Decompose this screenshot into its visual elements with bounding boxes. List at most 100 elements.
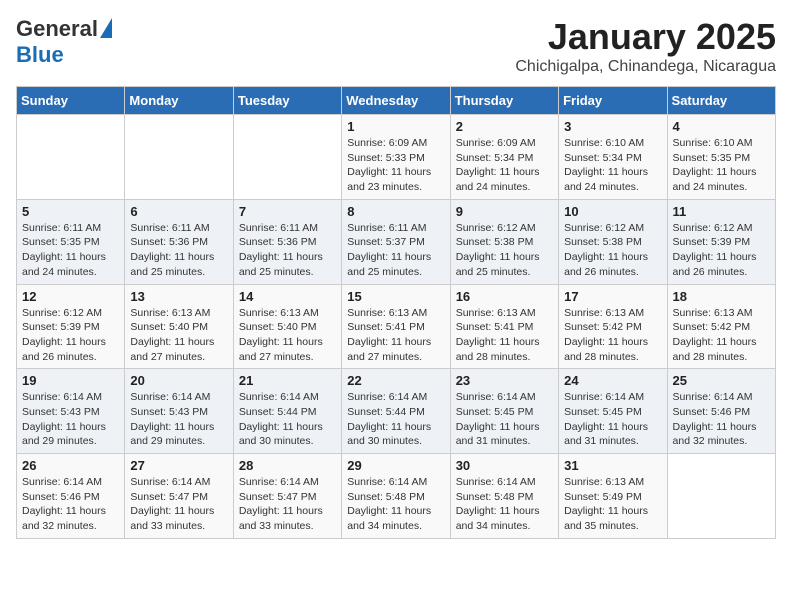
day-info: Sunrise: 6:14 AM Sunset: 5:48 PM Dayligh… — [347, 475, 444, 534]
day-number: 26 — [22, 458, 119, 473]
calendar-cell: 6 Sunrise: 6:11 AM Sunset: 5:36 PM Daylig… — [125, 199, 233, 284]
week-row-5: 26 Sunrise: 6:14 AM Sunset: 5:46 PM Dayli… — [17, 454, 776, 539]
calendar-cell: 9 Sunrise: 6:12 AM Sunset: 5:38 PM Daylig… — [450, 199, 558, 284]
day-info: Sunrise: 6:10 AM Sunset: 5:35 PM Dayligh… — [673, 136, 770, 195]
day-info: Sunrise: 6:13 AM Sunset: 5:42 PM Dayligh… — [564, 306, 661, 365]
day-number: 25 — [673, 373, 770, 388]
calendar-cell — [125, 115, 233, 200]
day-info: Sunrise: 6:12 AM Sunset: 5:39 PM Dayligh… — [22, 306, 119, 365]
day-number: 20 — [130, 373, 227, 388]
week-row-3: 12 Sunrise: 6:12 AM Sunset: 5:39 PM Dayli… — [17, 284, 776, 369]
day-number: 13 — [130, 289, 227, 304]
day-info: Sunrise: 6:10 AM Sunset: 5:34 PM Dayligh… — [564, 136, 661, 195]
day-header-tuesday: Tuesday — [233, 87, 341, 115]
calendar-cell — [17, 115, 125, 200]
day-info: Sunrise: 6:13 AM Sunset: 5:41 PM Dayligh… — [456, 306, 553, 365]
day-number: 10 — [564, 204, 661, 219]
day-number: 16 — [456, 289, 553, 304]
day-info: Sunrise: 6:12 AM Sunset: 5:38 PM Dayligh… — [564, 221, 661, 280]
day-number: 22 — [347, 373, 444, 388]
logo-triangle-icon — [100, 18, 112, 38]
calendar-cell: 23 Sunrise: 6:14 AM Sunset: 5:45 PM Dayli… — [450, 369, 558, 454]
calendar-cell: 7 Sunrise: 6:11 AM Sunset: 5:36 PM Daylig… — [233, 199, 341, 284]
day-info: Sunrise: 6:14 AM Sunset: 5:44 PM Dayligh… — [347, 390, 444, 449]
day-info: Sunrise: 6:09 AM Sunset: 5:34 PM Dayligh… — [456, 136, 553, 195]
day-info: Sunrise: 6:14 AM Sunset: 5:46 PM Dayligh… — [673, 390, 770, 449]
calendar-cell: 5 Sunrise: 6:11 AM Sunset: 5:35 PM Daylig… — [17, 199, 125, 284]
calendar-cell: 13Sunrise: 6:13 AM Sunset: 5:40 PM Dayli… — [125, 284, 233, 369]
day-header-friday: Friday — [559, 87, 667, 115]
week-row-1: 1 Sunrise: 6:09 AM Sunset: 5:33 PM Daylig… — [17, 115, 776, 200]
day-number: 9 — [456, 204, 553, 219]
day-number: 18 — [673, 289, 770, 304]
logo-general-text: General — [16, 16, 98, 42]
calendar-cell: 26 Sunrise: 6:14 AM Sunset: 5:46 PM Dayli… — [17, 454, 125, 539]
calendar-cell: 28Sunrise: 6:14 AM Sunset: 5:47 PM Dayli… — [233, 454, 341, 539]
day-number: 11 — [673, 204, 770, 219]
day-number: 30 — [456, 458, 553, 473]
calendar-cell: 29 Sunrise: 6:14 AM Sunset: 5:48 PM Dayli… — [342, 454, 450, 539]
day-number: 29 — [347, 458, 444, 473]
day-info: Sunrise: 6:14 AM Sunset: 5:45 PM Dayligh… — [456, 390, 553, 449]
calendar-cell: 14 Sunrise: 6:13 AM Sunset: 5:40 PM Dayli… — [233, 284, 341, 369]
calendar-cell: 21 Sunrise: 6:14 AM Sunset: 5:44 PM Dayli… — [233, 369, 341, 454]
day-info: Sunrise: 6:14 AM Sunset: 5:45 PM Dayligh… — [564, 390, 661, 449]
day-number: 17 — [564, 289, 661, 304]
calendar-cell: 20 Sunrise: 6:14 AM Sunset: 5:43 PM Dayli… — [125, 369, 233, 454]
calendar-cell: 27Sunrise: 6:14 AM Sunset: 5:47 PM Dayli… — [125, 454, 233, 539]
calendar-cell: 3 Sunrise: 6:10 AM Sunset: 5:34 PM Daylig… — [559, 115, 667, 200]
day-info: Sunrise: 6:14 AM Sunset: 5:47 PM Dayligh… — [239, 475, 336, 534]
day-info: Sunrise: 6:13 AM Sunset: 5:41 PM Dayligh… — [347, 306, 444, 365]
day-info: Sunrise: 6:13 AM Sunset: 5:40 PM Dayligh… — [239, 306, 336, 365]
day-info: Sunrise: 6:14 AM Sunset: 5:44 PM Dayligh… — [239, 390, 336, 449]
day-number: 6 — [130, 204, 227, 219]
day-info: Sunrise: 6:14 AM Sunset: 5:43 PM Dayligh… — [130, 390, 227, 449]
week-row-4: 19Sunrise: 6:14 AM Sunset: 5:43 PM Dayli… — [17, 369, 776, 454]
day-info: Sunrise: 6:13 AM Sunset: 5:49 PM Dayligh… — [564, 475, 661, 534]
calendar-cell: 2 Sunrise: 6:09 AM Sunset: 5:34 PM Daylig… — [450, 115, 558, 200]
calendar-subtitle: Chichigalpa, Chinandega, Nicaragua — [515, 58, 776, 76]
day-header-saturday: Saturday — [667, 87, 775, 115]
page-header: General Blue January 2025 Chichigalpa, C… — [16, 16, 776, 76]
day-number: 23 — [456, 373, 553, 388]
calendar-cell: 11 Sunrise: 6:12 AM Sunset: 5:39 PM Dayli… — [667, 199, 775, 284]
calendar-cell: 1 Sunrise: 6:09 AM Sunset: 5:33 PM Daylig… — [342, 115, 450, 200]
logo: General Blue — [16, 16, 112, 68]
day-info: Sunrise: 6:13 AM Sunset: 5:42 PM Dayligh… — [673, 306, 770, 365]
calendar-cell: 17 Sunrise: 6:13 AM Sunset: 5:42 PM Dayli… — [559, 284, 667, 369]
day-header-wednesday: Wednesday — [342, 87, 450, 115]
calendar-cell: 8Sunrise: 6:11 AM Sunset: 5:37 PM Daylig… — [342, 199, 450, 284]
day-info: Sunrise: 6:11 AM Sunset: 5:36 PM Dayligh… — [130, 221, 227, 280]
day-number: 4 — [673, 119, 770, 134]
day-number: 21 — [239, 373, 336, 388]
day-info: Sunrise: 6:12 AM Sunset: 5:38 PM Dayligh… — [456, 221, 553, 280]
title-block: January 2025 Chichigalpa, Chinandega, Ni… — [515, 16, 776, 76]
day-number: 2 — [456, 119, 553, 134]
day-number: 12 — [22, 289, 119, 304]
day-info: Sunrise: 6:14 AM Sunset: 5:47 PM Dayligh… — [130, 475, 227, 534]
calendar-title: January 2025 — [515, 16, 776, 58]
week-row-2: 5 Sunrise: 6:11 AM Sunset: 5:35 PM Daylig… — [17, 199, 776, 284]
day-number: 1 — [347, 119, 444, 134]
calendar-cell — [667, 454, 775, 539]
day-number: 5 — [22, 204, 119, 219]
day-info: Sunrise: 6:14 AM Sunset: 5:46 PM Dayligh… — [22, 475, 119, 534]
calendar-cell: 22 Sunrise: 6:14 AM Sunset: 5:44 PM Dayli… — [342, 369, 450, 454]
calendar-cell: 16 Sunrise: 6:13 AM Sunset: 5:41 PM Dayli… — [450, 284, 558, 369]
calendar-cell: 25 Sunrise: 6:14 AM Sunset: 5:46 PM Dayli… — [667, 369, 775, 454]
day-info: Sunrise: 6:09 AM Sunset: 5:33 PM Dayligh… — [347, 136, 444, 195]
calendar-cell: 12 Sunrise: 6:12 AM Sunset: 5:39 PM Dayli… — [17, 284, 125, 369]
day-number: 3 — [564, 119, 661, 134]
day-number: 15 — [347, 289, 444, 304]
calendar-cell — [233, 115, 341, 200]
calendar-cell: 30Sunrise: 6:14 AM Sunset: 5:48 PM Dayli… — [450, 454, 558, 539]
day-info: Sunrise: 6:11 AM Sunset: 5:35 PM Dayligh… — [22, 221, 119, 280]
day-number: 14 — [239, 289, 336, 304]
day-number: 7 — [239, 204, 336, 219]
day-header-thursday: Thursday — [450, 87, 558, 115]
day-info: Sunrise: 6:11 AM Sunset: 5:36 PM Dayligh… — [239, 221, 336, 280]
calendar-cell: 10 Sunrise: 6:12 AM Sunset: 5:38 PM Dayli… — [559, 199, 667, 284]
calendar-cell: 18 Sunrise: 6:13 AM Sunset: 5:42 PM Dayli… — [667, 284, 775, 369]
day-info: Sunrise: 6:12 AM Sunset: 5:39 PM Dayligh… — [673, 221, 770, 280]
logo-blue-text: Blue — [16, 42, 64, 68]
